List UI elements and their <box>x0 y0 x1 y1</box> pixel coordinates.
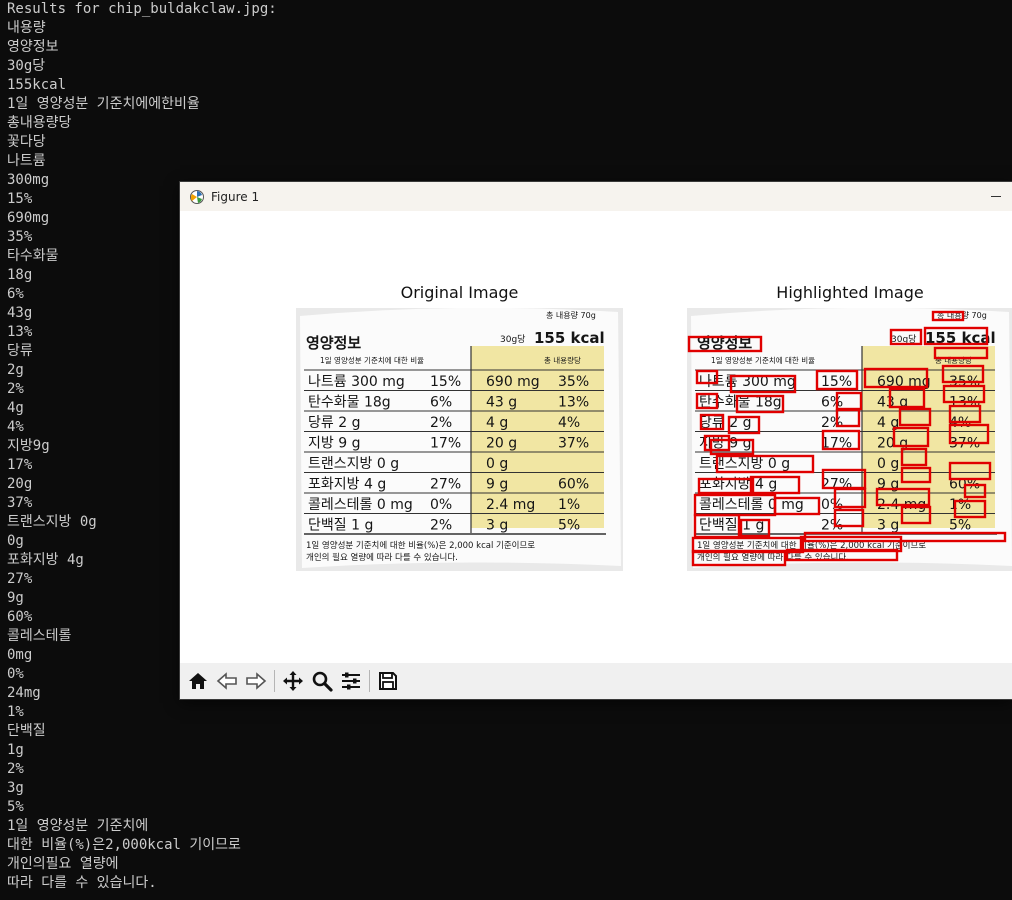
window-titlebar[interactable]: Figure 1 <box>180 182 1012 211</box>
label-row-percent: 27% <box>430 477 461 493</box>
label-footnote: 1일 영양성분 기준치에 대한 비율(%)은 2,000 kcal 기준이므로 <box>306 540 535 551</box>
label-row-percent: 2% <box>430 518 452 534</box>
label-row-name: 트랜스지방 0 g <box>699 456 790 472</box>
matplotlib-app-icon <box>190 189 204 204</box>
minimize-button[interactable] <box>988 188 1004 204</box>
home-icon <box>189 673 207 689</box>
label-row-total-percent: 1% <box>949 497 971 513</box>
label-total-header: 총 내용량당 <box>544 355 581 365</box>
figure-canvas[interactable]: Original Image Highlighted Image 총 내용량 7… <box>180 211 1012 663</box>
label-row-percent: 2% <box>430 415 452 431</box>
toolbar-separator <box>369 670 370 692</box>
label-row-total: 4 g <box>486 415 508 431</box>
home-button[interactable] <box>186 669 210 693</box>
label-row-name: 지방 9 g <box>308 436 360 452</box>
label-row-total: 20 g <box>486 436 517 452</box>
label-row-total: 43 g <box>486 395 517 411</box>
label-row-total-percent: 5% <box>558 518 580 534</box>
terminal-line: 3g <box>7 780 24 796</box>
label-ratio-header: 1일 영양성분 기준치에 대한 비율 <box>711 355 815 365</box>
label-row-total-percent: 1% <box>558 497 580 513</box>
minimize-icon <box>991 195 1001 197</box>
label-footnote: 개인의 필요 열량에 따라 다를 수 있습니다. <box>697 552 849 563</box>
configure-icon <box>342 672 360 690</box>
zoom-icon <box>312 671 333 692</box>
label-row-percent: 17% <box>430 436 461 452</box>
label-row-total-percent: 5% <box>949 518 971 534</box>
terminal-line: 5% <box>7 799 24 815</box>
toolbar-separator <box>274 670 275 692</box>
label-row-total-percent: 4% <box>558 415 580 431</box>
label-row-name: 당류 2 g <box>308 415 360 431</box>
label-row-name: 콜레스테롤 0 mg <box>699 497 804 513</box>
terminal-line: 대한 비율(%)은2,000kcal 기이므로 <box>7 837 241 853</box>
label-row-percent: 6% <box>430 395 452 411</box>
label-row-name: 단백질 1 g <box>308 518 373 534</box>
terminal-line: 꽃다당 <box>7 134 46 150</box>
label-row-name: 탄수화물 18g <box>308 395 391 411</box>
label-row-total-percent: 37% <box>558 436 589 452</box>
original-image: 총 내용량 70g 영양정보 30g당 155 kcal 1일 영양성분 기준치에 대한… <box>296 308 623 571</box>
terminal-line: 155kcal <box>7 77 67 93</box>
terminal-line: 따라 다를 수 있습니다. <box>7 875 157 891</box>
label-row-percent: 0% <box>430 497 452 513</box>
forward-button[interactable] <box>244 669 268 693</box>
pan-icon <box>283 671 303 691</box>
figure-window[interactable]: Figure 1 Original Image Highlighted Imag… <box>180 182 1012 699</box>
terminal-line: 나트륨 <box>7 153 46 169</box>
save-icon <box>379 672 397 690</box>
terminal-line: 1일 영양성분 기준치에에한비율 <box>7 96 200 112</box>
label-row-name: 콜레스테롤 0 mg <box>308 497 413 513</box>
label-row-name: 트랜스지방 0 g <box>308 456 399 472</box>
label-kcal: 155 kcal <box>534 329 605 347</box>
terminal-line: 2% <box>7 761 24 777</box>
configure-button[interactable] <box>339 669 363 693</box>
terminal-line: 영양정보 <box>7 39 59 55</box>
back-icon <box>216 672 237 690</box>
terminal-line: 1% <box>7 704 24 720</box>
label-row-total: 2.4 mg <box>486 497 535 513</box>
label-row-total: 690 mg <box>486 374 540 390</box>
right-axes-title: Highlighted Image <box>776 283 924 302</box>
label-total-amount: 총 내용량 70g <box>546 310 596 320</box>
label-row-name: 나트륨 300 mg <box>308 374 405 390</box>
terminal-line: 개인의필요 열량에 <box>7 856 119 872</box>
terminal-line: 단백질 <box>7 723 46 739</box>
navigation-toolbar <box>180 663 1012 699</box>
terminal-result-header: Results for chip_buldakclaw.jpg: <box>7 1 277 17</box>
terminal-line: 총내용량당 <box>7 115 72 131</box>
label-row-total: 0 g <box>486 456 508 472</box>
window-title: Figure 1 <box>211 189 260 204</box>
label-row-total: 3 g <box>877 518 899 534</box>
highlighted-image: 총 내용량 70g 영양정보 30g당 155 kcal 1일 영양성분 기준치에 대한… <box>687 308 1012 571</box>
label-row-percent: 15% <box>430 374 461 390</box>
pan-button[interactable] <box>281 669 305 693</box>
back-button[interactable] <box>215 669 239 693</box>
label-row-total-percent: 13% <box>558 395 589 411</box>
label-row-total: 0 g <box>877 456 899 472</box>
label-row-percent: 15% <box>821 374 852 390</box>
label-row-name: 포화지방 4 g <box>308 477 386 493</box>
terminal-line: 내용량 <box>7 20 46 36</box>
left-axes-title: Original Image <box>400 283 519 302</box>
zoom-button[interactable] <box>310 669 334 693</box>
label-ratio-header: 1일 영양성분 기준치에 대한 비율 <box>320 355 424 365</box>
label-row-total: 9 g <box>486 477 508 493</box>
terminal-line: 1일 영양성분 기준치에 <box>7 818 149 834</box>
label-row-percent: 2% <box>821 415 843 431</box>
terminal-line: 30g당 <box>7 58 46 74</box>
label-header: 영양정보 <box>306 334 361 352</box>
label-footnote: 개인의 필요 열량에 따라 다를 수 있습니다. <box>306 552 458 563</box>
label-row-total-percent: 60% <box>558 477 589 493</box>
label-total-header: 총 내용량당 <box>935 355 972 365</box>
save-button[interactable] <box>376 669 400 693</box>
label-row-total: 3 g <box>486 518 508 534</box>
terminal-line: 1g <box>7 742 24 758</box>
forward-icon <box>246 672 267 690</box>
label-per-serving: 30g당 <box>500 334 525 345</box>
label-row-total-percent: 35% <box>558 374 589 390</box>
